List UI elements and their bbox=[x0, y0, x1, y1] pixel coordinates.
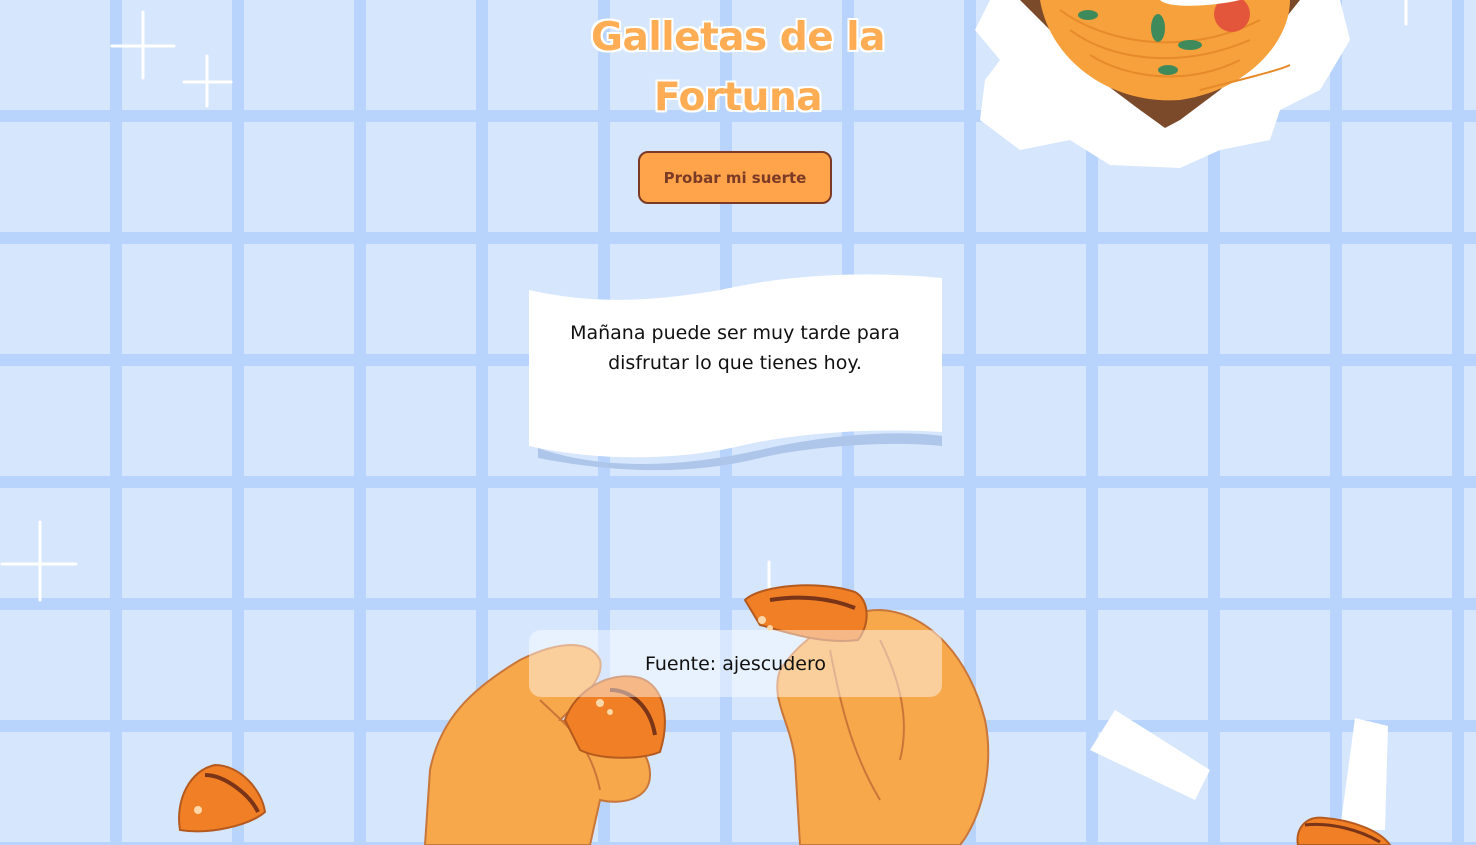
source-box: Fuente: ajescudero bbox=[529, 630, 942, 697]
title-line-2: Fortuna bbox=[653, 75, 823, 120]
source-label: Fuente: ajescudero bbox=[644, 652, 826, 675]
try-luck-button[interactable]: Probar mi suerte bbox=[638, 151, 832, 204]
page-title: Galletas de la Fortuna bbox=[538, 8, 938, 128]
fortune-message: Mañana puede ser muy tarde para disfruta… bbox=[570, 322, 900, 374]
title-line-1: Galletas de la bbox=[591, 15, 885, 60]
